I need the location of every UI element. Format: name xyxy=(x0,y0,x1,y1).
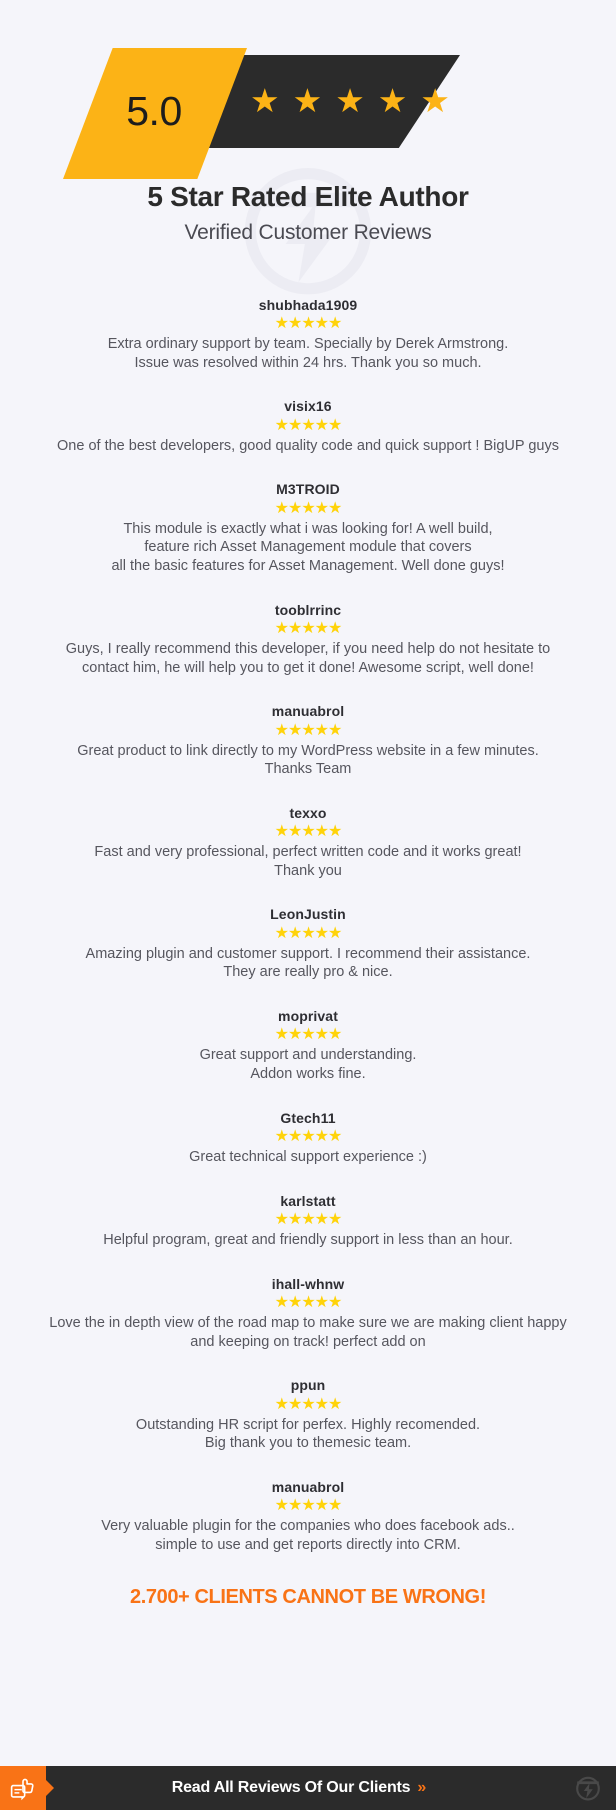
review-stars-icon: ★★★★★ xyxy=(274,620,343,638)
review-stars-icon: ★★★★★ xyxy=(274,823,343,841)
review-author: visix16 xyxy=(284,398,332,415)
review-stars-icon: ★★★★★ xyxy=(274,1128,343,1146)
review-author: manuabrol xyxy=(271,1478,345,1495)
review-text: Helpful program, great and friendly supp… xyxy=(103,1232,513,1249)
review-text: Great product to link directly to my Wor… xyxy=(77,742,539,778)
review-stars-icon: ★★★★★ xyxy=(274,315,343,333)
review-author: manuabrol xyxy=(271,703,345,720)
review-stars-icon: ★★★★★ xyxy=(274,1395,343,1413)
star-icon-4: ★ xyxy=(377,81,408,119)
themesic-bolt-logo xyxy=(560,1766,616,1810)
read-all-reviews-label: Read All Reviews Of Our Clients xyxy=(171,1779,411,1796)
rating-score-value: 5.0 xyxy=(126,88,182,134)
review-item: Gtech11 ★★★★★ Great technical support expe… xyxy=(12,1110,604,1167)
review-text: Fast and very professional, perfect writ… xyxy=(94,844,522,879)
header-banner: 5.0 ★ ★ ★ ★ ★ 5 Star Rated Elite Author … xyxy=(0,0,616,295)
read-all-reviews-button[interactable]: Read All Reviews Of Our Clients » xyxy=(36,1779,560,1797)
review-stars-icon: ★★★★★ xyxy=(274,924,343,942)
page-title: 5 Star Rated Elite Author xyxy=(147,181,469,212)
star-icon-2: ★ xyxy=(292,81,323,119)
review-text: Guys, I really recommend this developer,… xyxy=(65,641,551,676)
double-chevron-right-icon: » xyxy=(417,1779,426,1796)
rating-badge-score-panel: 5.0 xyxy=(63,48,247,179)
review-thumbsup-icon xyxy=(0,1766,54,1810)
review-author: ihall-whnw xyxy=(271,1275,345,1292)
review-item: shubhada1909 ★★★★★ Extra ordinary support … xyxy=(12,297,604,373)
review-text: Outstanding HR script for perfex. Highly… xyxy=(135,1416,481,1452)
review-text: Love the in depth view of the road map t… xyxy=(49,1315,567,1350)
review-author: texxo xyxy=(289,804,327,821)
review-item: texxo ★★★★★ Fast and very professional, pe… xyxy=(12,805,604,881)
review-text: Great technical support experience :) xyxy=(189,1149,427,1166)
review-text: One of the best developers, good quality… xyxy=(57,437,559,454)
review-author: Gtech11 xyxy=(280,1109,336,1126)
review-item: LeonJustin ★★★★★ Amazing plugin and custom… xyxy=(12,906,604,982)
header-titles: 5 Star Rated Elite Author Verified Custo… xyxy=(0,181,616,245)
review-item: M3TROID ★★★★★ This module is exactly what … xyxy=(12,481,604,575)
star-icon-3: ★ xyxy=(335,81,365,119)
review-stars-icon: ★★★★★ xyxy=(274,1211,343,1229)
review-stars-icon: ★★★★★ xyxy=(274,721,343,739)
review-item: ppun ★★★★★ Outstanding HR script for perfe… xyxy=(12,1377,604,1453)
cta-headline: 2.700+ CLIENTS CANNOT BE WRONG! xyxy=(130,1586,486,1609)
review-text: This module is exactly what i was lookin… xyxy=(111,520,505,575)
rating-badge-stars: ★ ★ ★ ★ ★ xyxy=(248,55,456,148)
review-stars-icon: ★★★★★ xyxy=(274,1294,343,1312)
review-item: manuabrol ★★★★★ Great product to link dire… xyxy=(12,703,604,779)
review-author: tooblrrinc xyxy=(274,601,342,618)
review-text: Great support and understanding. Addon w… xyxy=(199,1047,417,1082)
review-item: manuabrol ★★★★★ Very valuable plugin for t… xyxy=(12,1479,604,1555)
review-stars-icon: ★★★★★ xyxy=(274,416,343,434)
review-stars-icon: ★★★★★ xyxy=(274,1497,343,1515)
review-item: karlstatt ★★★★★ Helpful program, great and… xyxy=(12,1193,604,1250)
review-item: visix16 ★★★★★ One of the best developers, … xyxy=(12,398,604,455)
review-item: ihall-whnw ★★★★★ Love the in depth view of… xyxy=(12,1276,604,1352)
footer-bar[interactable]: Read All Reviews Of Our Clients » xyxy=(0,1766,616,1810)
review-text: Amazing plugin and customer support. I r… xyxy=(85,945,531,981)
review-author: moprivat xyxy=(278,1007,338,1024)
cta-section: 2.700+ CLIENTS CANNOT BE WRONG! xyxy=(0,1586,616,1609)
review-stars-icon: ★★★★★ xyxy=(274,499,343,517)
star-icon-1: ★ xyxy=(250,81,280,119)
review-author: ppun xyxy=(290,1377,326,1394)
page-subtitle: Verified Customer Reviews xyxy=(184,220,432,244)
reviews-list: shubhada1909 ★★★★★ Extra ordinary support … xyxy=(0,297,616,1555)
review-item: moprivat ★★★★★ Great support and understan… xyxy=(12,1008,604,1084)
review-item: tooblrrinc ★★★★★ Guys, I really recommend … xyxy=(12,602,604,678)
review-stars-icon: ★★★★★ xyxy=(274,1026,343,1044)
star-icon-5: ★ xyxy=(420,81,450,119)
review-author: LeonJustin xyxy=(270,906,346,923)
review-author: shubhada1909 xyxy=(258,296,358,313)
review-text: Extra ordinary support by team. Speciall… xyxy=(107,336,509,371)
review-author: karlstatt xyxy=(280,1192,336,1209)
review-author: M3TROID xyxy=(276,481,340,498)
review-text: Very valuable plugin for the companies w… xyxy=(101,1518,515,1553)
rating-badge: 5.0 ★ ★ ★ ★ ★ xyxy=(0,38,616,179)
